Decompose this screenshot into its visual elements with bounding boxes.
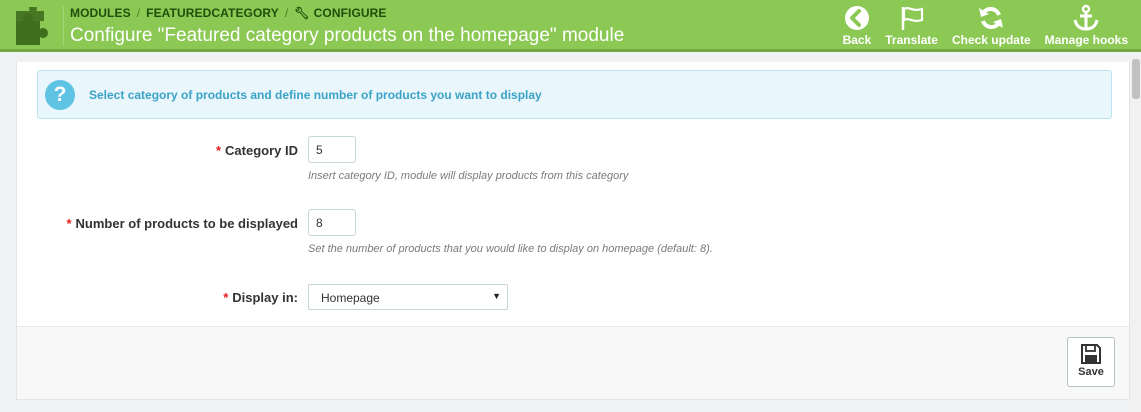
products-count-label-text: Number of products to be displayed bbox=[75, 216, 298, 231]
flag-icon bbox=[901, 7, 923, 30]
breadcrumb-configure: CONFIGURE bbox=[313, 6, 387, 20]
check-update-label: Check update bbox=[951, 33, 1031, 47]
display-in-label-text: Display in: bbox=[232, 290, 298, 305]
config-panel: ? Select category of products and define… bbox=[16, 62, 1130, 400]
translate-label: Translate bbox=[885, 33, 938, 47]
header-divider bbox=[63, 6, 64, 46]
header-toolbar: Back Translate Check update Manage hooks bbox=[836, 4, 1135, 47]
breadcrumb-featuredcategory[interactable]: FEATUREDCATEGORY bbox=[146, 6, 279, 20]
display-in-select[interactable]: Homepage ▼ bbox=[308, 284, 508, 310]
vertical-scrollbar[interactable] bbox=[1131, 55, 1141, 412]
display-in-value: Homepage bbox=[321, 291, 380, 305]
panel-footer: Save bbox=[17, 326, 1129, 399]
save-button[interactable]: Save bbox=[1067, 337, 1115, 387]
breadcrumb-separator: / bbox=[284, 6, 289, 20]
alert-text: Select category of products and define n… bbox=[89, 88, 542, 102]
wrench-icon: 🔧︎ bbox=[294, 6, 310, 20]
info-alert: ? Select category of products and define… bbox=[37, 70, 1112, 119]
scrollbar-thumb[interactable] bbox=[1132, 59, 1140, 99]
refresh-icon bbox=[979, 7, 1004, 29]
dropdown-arrow-icon: ▼ bbox=[492, 291, 501, 301]
question-icon: ? bbox=[45, 80, 75, 110]
products-count-help: Set the number of products that you woul… bbox=[308, 243, 713, 255]
breadcrumb-modules[interactable]: MODULES bbox=[70, 6, 131, 20]
products-count-input[interactable]: 8 bbox=[308, 209, 356, 236]
check-update-button[interactable]: Check update bbox=[945, 4, 1038, 47]
required-marker: * bbox=[223, 290, 229, 305]
back-button[interactable]: Back bbox=[836, 4, 879, 47]
back-label: Back bbox=[842, 33, 872, 47]
manage-hooks-label: Manage hooks bbox=[1044, 33, 1128, 47]
page-title: Configure "Featured category products on… bbox=[70, 25, 625, 46]
products-count-label: * Number of products to be displayed bbox=[66, 216, 298, 231]
translate-button[interactable]: Translate bbox=[878, 4, 945, 47]
content-top-strip bbox=[0, 55, 1141, 62]
breadcrumb-separator: / bbox=[136, 6, 141, 20]
category-id-label-text: Category ID bbox=[225, 143, 298, 158]
puzzle-icon bbox=[16, 7, 49, 45]
category-id-input[interactable]: 5 bbox=[308, 136, 356, 163]
category-id-help: Insert category ID, module will display … bbox=[308, 170, 629, 182]
category-id-label: * Category ID bbox=[216, 143, 298, 158]
anchor-icon bbox=[1073, 4, 1099, 31]
breadcrumb: MODULES / FEATUREDCATEGORY / 🔧︎ CONFIGURE bbox=[70, 6, 387, 20]
page-header: MODULES / FEATUREDCATEGORY / 🔧︎ CONFIGURE Con… bbox=[0, 0, 1141, 52]
back-arrow-icon bbox=[844, 6, 869, 30]
floppy-disk-icon bbox=[1081, 344, 1101, 364]
required-marker: * bbox=[66, 216, 72, 231]
save-label: Save bbox=[1078, 366, 1104, 378]
required-marker: * bbox=[215, 143, 222, 158]
display-in-label: * Display in: bbox=[223, 290, 298, 305]
manage-hooks-button[interactable]: Manage hooks bbox=[1038, 4, 1135, 47]
